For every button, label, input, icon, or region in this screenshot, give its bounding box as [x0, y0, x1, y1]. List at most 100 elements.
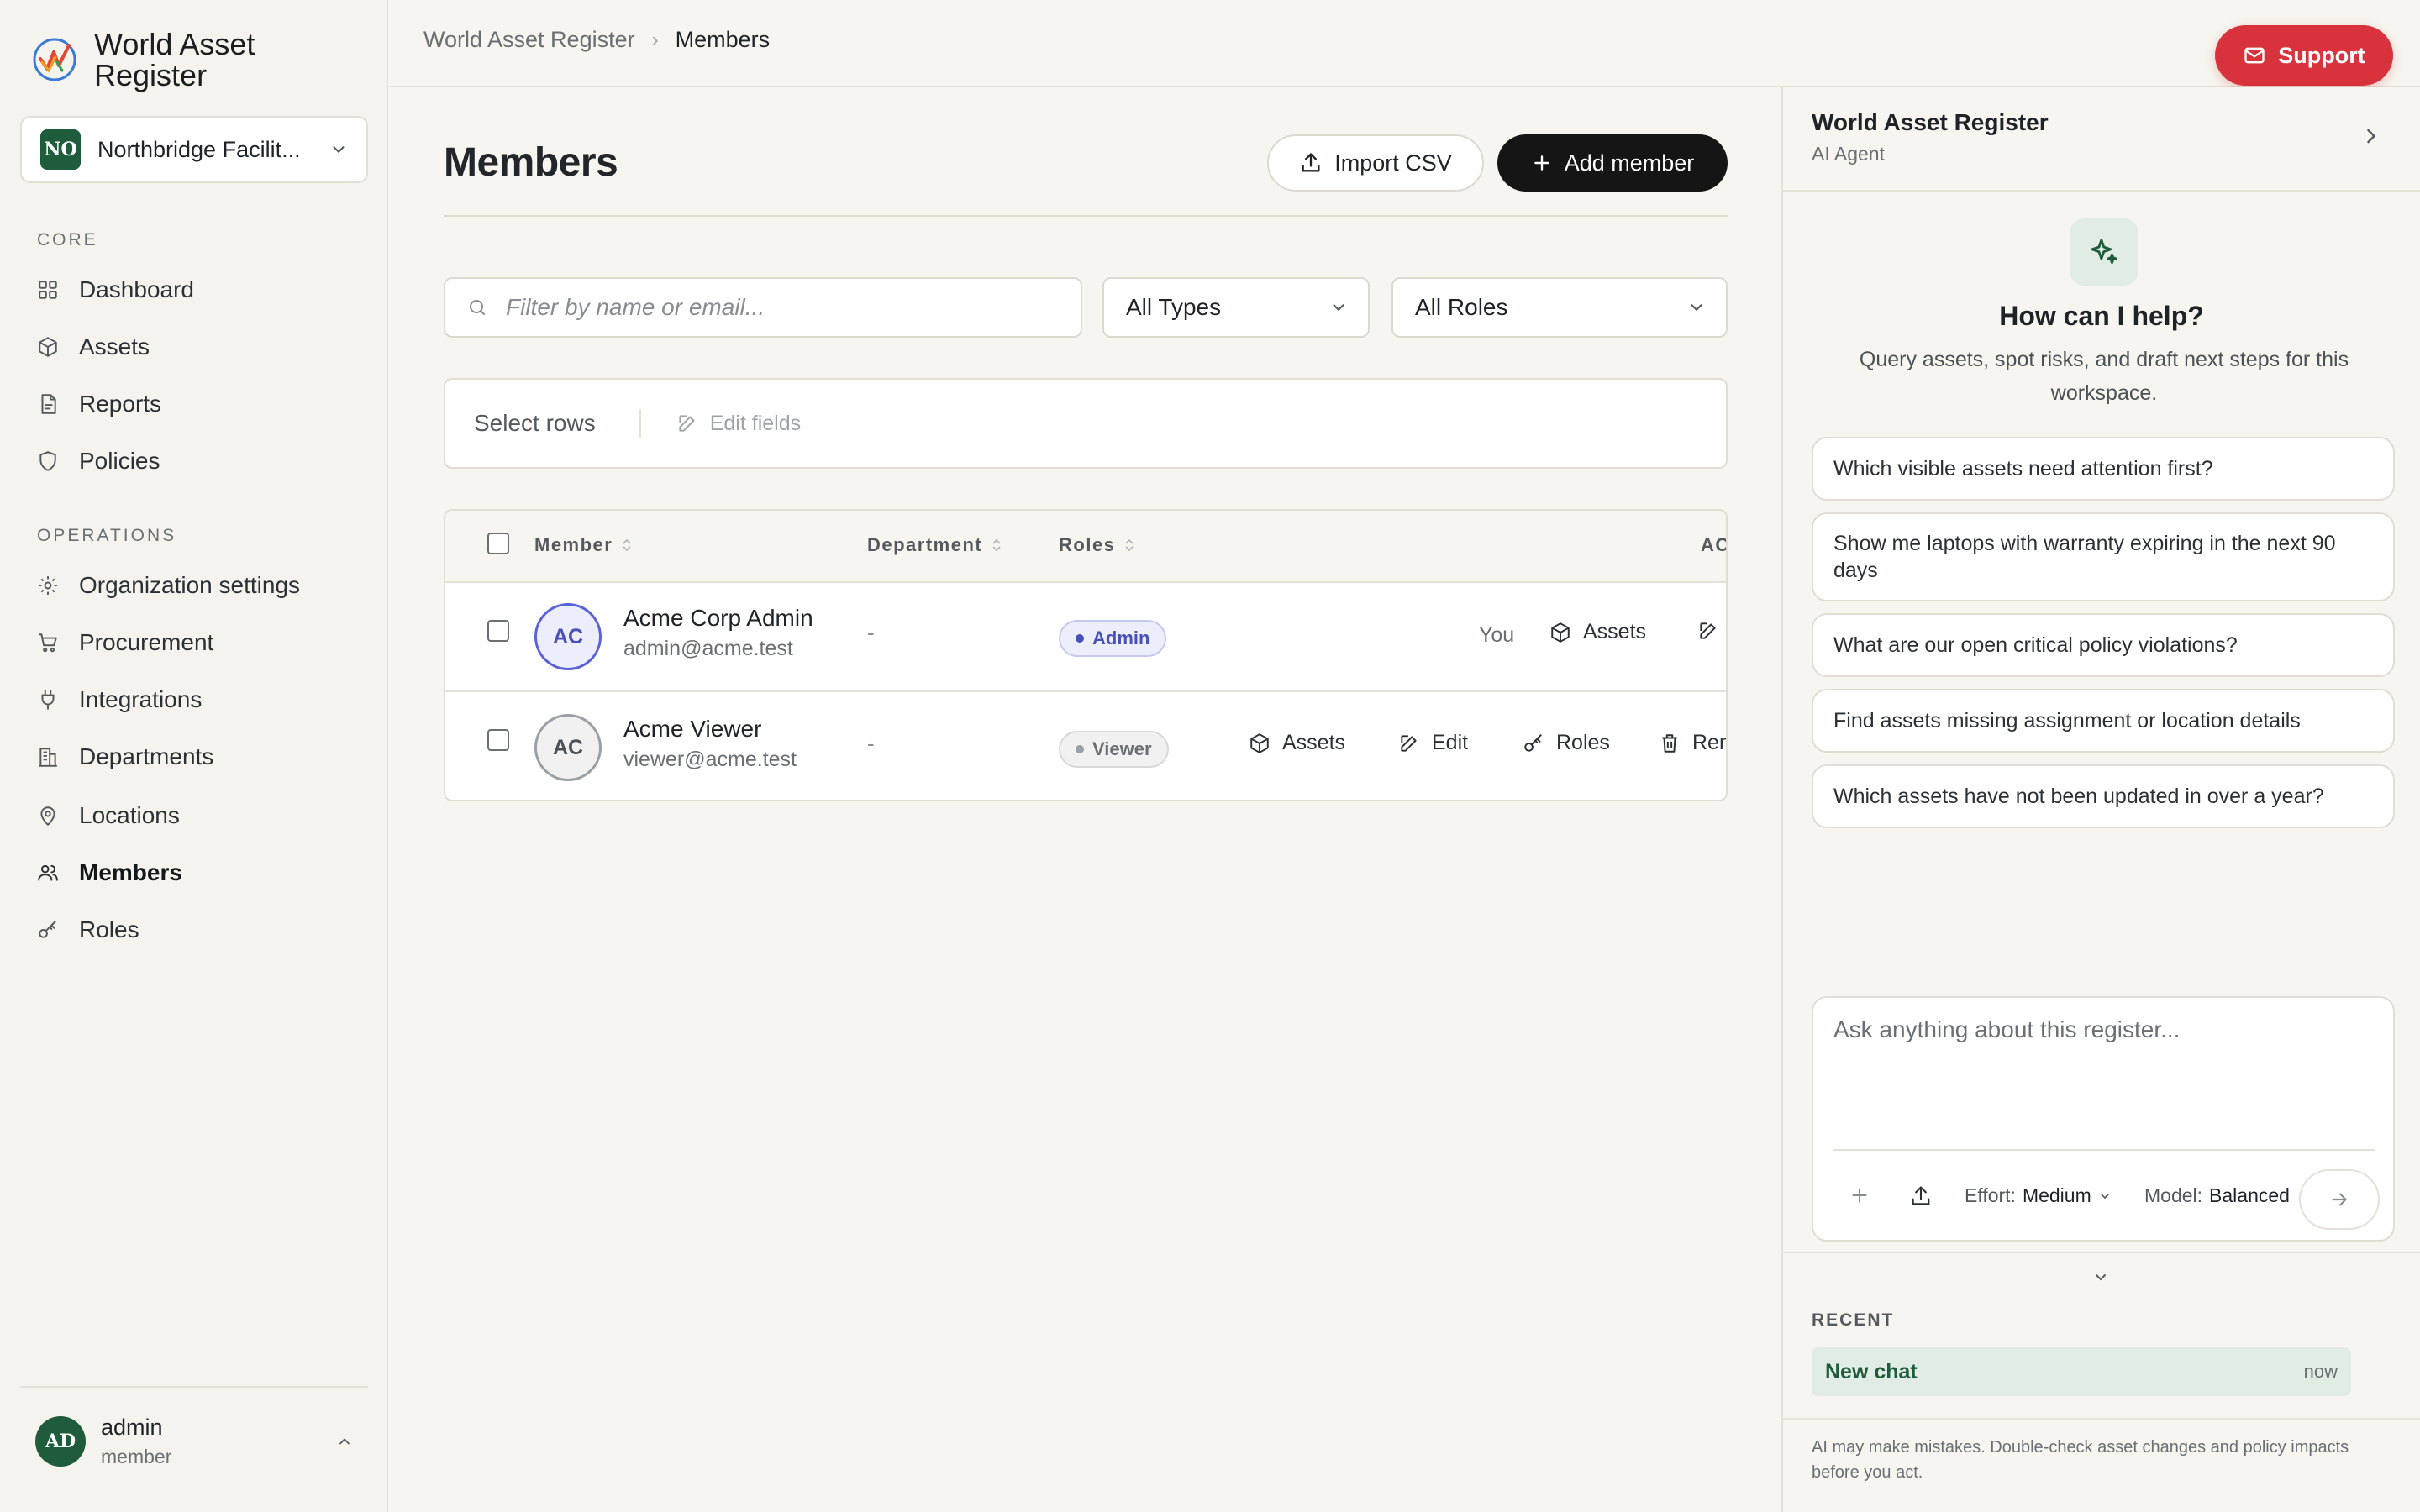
upload-file-button[interactable] [1909, 1184, 1933, 1208]
sidebar-item-dashboard[interactable]: Dashboard [35, 269, 194, 311]
column-member[interactable]: Member [534, 534, 633, 556]
role-filter-select[interactable]: All Roles [1392, 277, 1728, 338]
sort-icon [992, 538, 1001, 552]
breadcrumb: World Asset Register › Members [424, 27, 770, 53]
search-input[interactable] [506, 294, 1044, 321]
arrow-right-icon [2332, 1193, 2347, 1206]
nav-section-operations: OPERATIONS [37, 526, 177, 545]
building-icon [35, 744, 60, 769]
role-badge: Viewer [1059, 731, 1169, 768]
suggestion-chip[interactable]: Which visible assets need attention firs… [1812, 437, 2395, 501]
type-filter-select[interactable]: All Types [1102, 277, 1370, 338]
edit-action-button[interactable] [1697, 620, 1719, 642]
chevron-up-icon [339, 1438, 350, 1445]
select-rows-button[interactable]: Select rows [474, 409, 641, 438]
effort-value: Medium [2022, 1184, 2091, 1206]
search-box[interactable] [444, 277, 1082, 338]
add-member-label: Add member [1564, 150, 1695, 176]
sidebar-item-departments[interactable]: Departments [35, 736, 213, 778]
brand-logo-icon [33, 38, 76, 81]
model-value: Balanced [2209, 1184, 2290, 1206]
nav-section-core: CORE [37, 230, 98, 249]
sidebar: World Asset Register NO Northbridge Faci… [0, 0, 388, 1512]
members-table: Member Department Roles AC AC Acme Corp … [444, 509, 1728, 801]
import-csv-button[interactable]: Import CSV [1267, 134, 1484, 192]
row-checkbox[interactable] [487, 620, 509, 642]
gear-icon [35, 573, 60, 598]
recent-chat-item[interactable]: New chat now [1812, 1347, 2351, 1396]
action-label: Assets [1282, 731, 1346, 754]
shield-icon [35, 449, 60, 474]
add-attachment-button[interactable] [1849, 1184, 1870, 1206]
composer-divider [1833, 1149, 2375, 1151]
sidebar-item-members[interactable]: Members [35, 852, 182, 894]
users-icon [35, 860, 60, 885]
edit-fields-button[interactable]: Edit fields [676, 412, 801, 436]
sidebar-item-label: Organization settings [79, 572, 301, 598]
panel-divider [1783, 1252, 2420, 1253]
upload-icon [1912, 1186, 1930, 1205]
breadcrumb-root[interactable]: World Asset Register [424, 27, 635, 53]
sidebar-item-label: Departments [79, 743, 214, 769]
org-switcher[interactable]: NO Northbridge Facilit... [20, 116, 368, 183]
role-badge-label: Viewer [1092, 738, 1152, 759]
user-info: admin member [101, 1415, 321, 1468]
plus-icon [1852, 1188, 1867, 1203]
role-badge: Admin [1059, 620, 1167, 657]
chevron-down-icon [1691, 304, 1702, 311]
breadcrumb-separator: › [651, 28, 659, 51]
member-email: admin@acme.test [623, 637, 793, 660]
status-dot [1076, 634, 1084, 643]
suggestion-chip[interactable]: Find assets missing assignment or locati… [1812, 689, 2395, 753]
column-department[interactable]: Department [867, 534, 1002, 556]
trash-icon [1662, 733, 1677, 753]
help-title: How can I help? [1999, 301, 2204, 331]
suggestion-chip[interactable]: Which assets have not been updated in ov… [1812, 764, 2395, 828]
chevron-down-icon[interactable] [2091, 1267, 2111, 1287]
breadcrumb-current: Members [675, 27, 771, 52]
org-name: Northbridge Facilit... [97, 136, 301, 162]
edit-action-button[interactable]: Edit [1398, 731, 1468, 755]
sidebar-item-reports[interactable]: Reports [35, 383, 161, 425]
suggestion-chip[interactable]: What are our open critical policy violat… [1812, 613, 2395, 677]
sidebar-item-policies[interactable]: Policies [35, 440, 160, 482]
sidebar-item-organization-settings[interactable]: Organization settings [35, 564, 300, 606]
action-label: Ren [1692, 731, 1728, 754]
column-roles[interactable]: Roles [1059, 534, 1135, 556]
support-button[interactable]: Support [2215, 25, 2393, 86]
brand[interactable]: World Asset Register [32, 29, 296, 91]
row-checkbox[interactable] [487, 729, 509, 751]
cart-icon [35, 630, 60, 655]
file-icon [35, 391, 60, 417]
chevron-down-icon [333, 146, 345, 153]
model-label: Model: [2144, 1184, 2203, 1206]
chevron-right-icon[interactable] [2360, 124, 2383, 148]
ai-disclaimer: AI may make mistakes. Double-check asset… [1812, 1438, 2349, 1482]
sidebar-item-assets[interactable]: Assets [35, 326, 150, 368]
select-all-checkbox[interactable] [487, 533, 509, 554]
suggestion-chip[interactable]: Show me laptops with warranty expiring i… [1812, 512, 2395, 601]
recent-chat-title: New chat [1825, 1359, 1918, 1383]
column-label: Member [534, 534, 613, 555]
sidebar-item-integrations[interactable]: Integrations [35, 679, 202, 721]
add-member-button[interactable]: Add member [1497, 134, 1728, 192]
effort-select[interactable]: Effort: Medium [1965, 1184, 2112, 1207]
chat-input[interactable] [1833, 1016, 2371, 1134]
sidebar-item-procurement[interactable]: Procurement [35, 622, 213, 664]
model-select[interactable]: Model: Balanced [2144, 1184, 2310, 1207]
chevron-down-icon [2100, 1193, 2109, 1199]
sidebar-item-locations[interactable]: Locations [35, 795, 180, 837]
user-menu[interactable]: AD admin member [20, 1386, 368, 1495]
title-divider [444, 215, 1728, 217]
roles-action-button[interactable]: Roles [1523, 731, 1610, 755]
action-label: Roles [1556, 731, 1610, 754]
assets-action-button[interactable]: Assets [1549, 620, 1646, 644]
member-email: viewer@acme.test [623, 748, 797, 771]
page-title: Members [444, 140, 618, 185]
edit-icon [1401, 734, 1417, 752]
recent-chat-time: now [2303, 1361, 2338, 1382]
remove-action-button[interactable]: Ren [1659, 731, 1728, 755]
assets-action-button[interactable]: Assets [1249, 731, 1345, 755]
sidebar-item-roles[interactable]: Roles [35, 909, 139, 951]
send-button[interactable] [2299, 1169, 2380, 1230]
